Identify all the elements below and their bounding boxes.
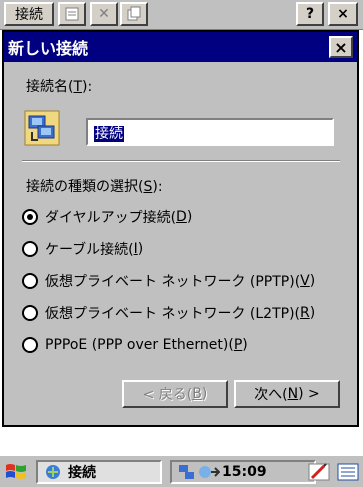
dialog-close-button[interactable]: × [329, 36, 353, 58]
new-connection-dialog: 新しい接続 × 接続名(T): 接続 接続の種類の選択(S): ダイヤルアップ接… [2, 30, 359, 427]
radio-button[interactable] [22, 305, 38, 321]
keyboard-icon[interactable] [336, 460, 360, 484]
connection-name-value: 接続 [94, 126, 124, 142]
radio-pppoe[interactable]: PPPoE (PPP over Ethernet)(P) [22, 334, 248, 356]
radio-label-key: D [176, 209, 187, 225]
separator [22, 160, 340, 162]
taskbar: 接続 15:09 [0, 454, 363, 487]
toolbar-connect-button[interactable]: 接続 [4, 2, 54, 26]
toolbar: 接続 ✕ ? × [0, 0, 363, 30]
radio-label-suffix: ) [309, 305, 316, 321]
radio-button[interactable] [22, 241, 38, 257]
connection-name-label-suffix: ): [82, 79, 93, 95]
radio-vpn-l2tp[interactable]: 仮想プライベート ネットワーク (L2TP)(R) [22, 302, 315, 324]
connection-task-icon [46, 465, 60, 479]
radio-label: 仮想プライベート ネットワーク (PPTP)( [45, 274, 301, 290]
back-button-suffix: ) [201, 386, 208, 402]
toolbar-copy-icon[interactable] [120, 2, 148, 26]
taskbar-task-button[interactable]: 接続 [36, 460, 162, 484]
toolbar-properties-icon[interactable] [58, 2, 86, 26]
dialog-title: 新しい接続 [8, 39, 89, 58]
system-tray: 15:09 [170, 460, 316, 484]
connection-type-label-text: 接続の種類の選択( [26, 179, 144, 195]
start-flag-icon [6, 464, 26, 479]
connection-type-label: 接続の種類の選択(S): [26, 176, 163, 196]
connection-name-input[interactable]: 接続 [86, 118, 334, 146]
radio-label-key: R [300, 305, 310, 321]
connection-arrow-icon[interactable] [198, 463, 220, 481]
toolbar-delete-icon[interactable]: ✕ [90, 2, 118, 26]
dialog-titlebar: 新しい接続 [4, 32, 357, 62]
back-button-key: B [192, 386, 202, 402]
taskbar-task-label: 接続 [68, 465, 96, 481]
connection-name-label-key: T [73, 79, 83, 95]
next-button-label: 次へ( [254, 387, 288, 403]
radio-label-suffix: ) [242, 337, 248, 353]
radio-button-checked[interactable] [22, 209, 38, 225]
network-icon[interactable] [178, 463, 196, 481]
clock: 15:09 [222, 464, 267, 480]
connection-icon [24, 110, 60, 146]
radio-label-key: V [300, 273, 310, 289]
radio-label: ダイヤルアップ接続( [45, 210, 177, 226]
radio-label-suffix: ) [137, 241, 144, 257]
next-button[interactable]: 次へ(N) > [234, 380, 340, 408]
radio-label: PPPoE (PPP over Ethernet)( [45, 337, 234, 353]
toolbar-help-button[interactable]: ? [296, 2, 324, 26]
radio-label: 仮想プライベート ネットワーク (L2TP)( [45, 306, 300, 322]
radio-label-key: P [233, 337, 243, 353]
connection-type-label-suffix: ): [152, 179, 163, 195]
back-button[interactable]: < 戻る(B) [122, 380, 228, 408]
radio-label: ケーブル接続( [45, 242, 134, 258]
back-button-label: < 戻る( [142, 387, 193, 403]
connection-name-label-text: 接続名( [26, 79, 74, 95]
pen-input-icon[interactable] [308, 460, 330, 484]
radio-vpn-pptp[interactable]: 仮想プライベート ネットワーク (PPTP)(V) [22, 270, 315, 292]
connection-name-label: 接続名(T): [26, 76, 92, 96]
start-button[interactable] [4, 460, 28, 484]
radio-cable[interactable]: ケーブル接続(I) [22, 238, 143, 260]
radio-button[interactable] [22, 337, 38, 353]
toolbar-close-label: × [337, 6, 349, 22]
toolbar-connect-label: 接続 [15, 7, 43, 23]
radio-dialup[interactable]: ダイヤルアップ接続(D) [22, 206, 192, 228]
radio-button[interactable] [22, 273, 38, 289]
radio-label-suffix: ) [186, 209, 193, 225]
toolbar-close-button[interactable]: × [328, 2, 358, 26]
toolbar-help-label: ? [305, 6, 315, 22]
next-button-suffix: ) > [298, 386, 320, 402]
radio-label-suffix: ) [309, 273, 316, 289]
dialog-close-label: × [334, 37, 348, 57]
next-button-key: N [287, 386, 299, 402]
